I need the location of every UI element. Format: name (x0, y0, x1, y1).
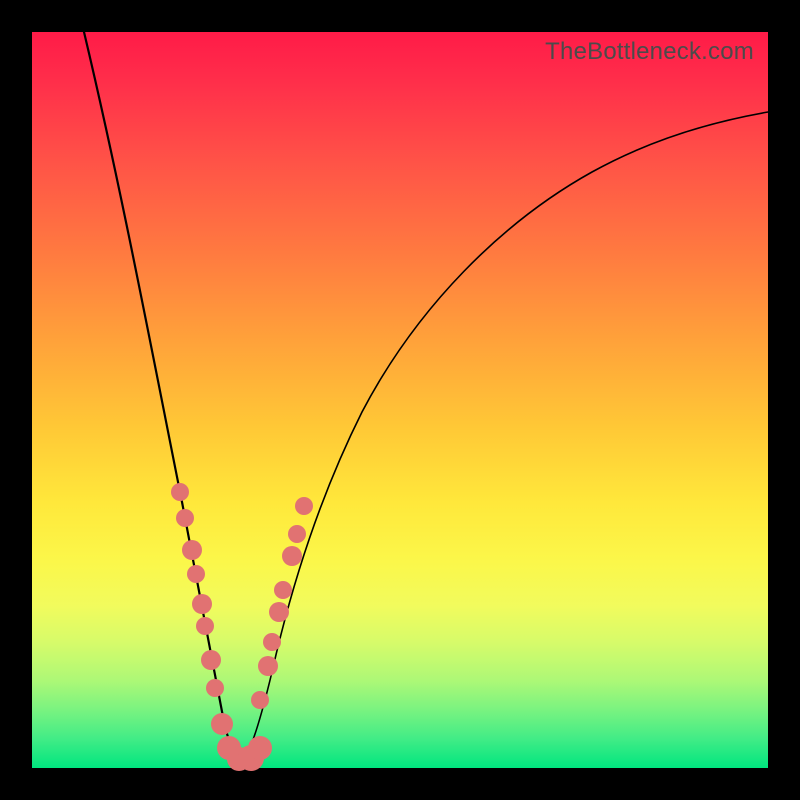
curve-left-branch (84, 32, 242, 762)
chart-svg (32, 32, 768, 768)
plot-area: TheBottleneck.com (32, 32, 768, 768)
chart-frame: TheBottleneck.com (0, 0, 800, 800)
sample-dots (171, 483, 313, 771)
curve-right-branch (242, 112, 768, 762)
